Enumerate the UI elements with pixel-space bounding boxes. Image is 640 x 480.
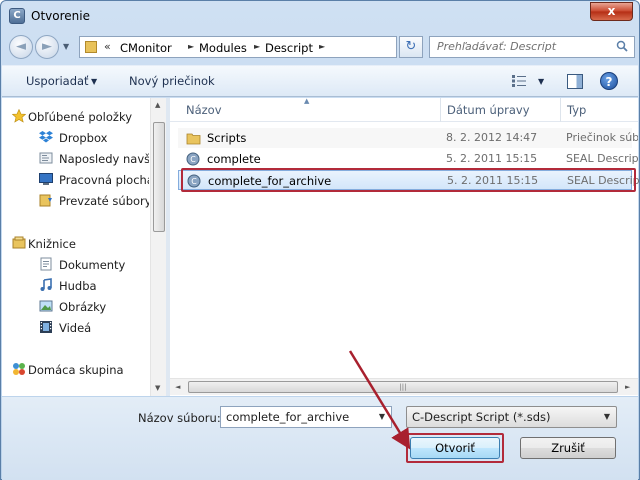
chevron-right-icon[interactable]: ► bbox=[188, 42, 194, 51]
command-toolbar: Usporiadať ▼ Nový priečinok ▼ ? bbox=[2, 65, 638, 97]
chevron-down-icon[interactable]: ▼ bbox=[538, 77, 544, 86]
file-row[interactable]: Scripts 8. 2. 2012 14:47 Priečinok súbor… bbox=[178, 128, 638, 148]
search-placeholder: Prehľadávať: Descript bbox=[437, 40, 557, 53]
refresh-button[interactable]: ↻ bbox=[399, 36, 423, 58]
open-file-dialog: C Otvorenie x ◄ ► ▼ « CMonitor ► Modules… bbox=[0, 0, 640, 480]
file-name-input[interactable]: complete_for_archive ▼ bbox=[220, 406, 392, 428]
chevron-right-icon[interactable]: ► bbox=[319, 42, 325, 51]
pictures-icon bbox=[39, 300, 53, 312]
search-input[interactable]: Prehľadávať: Descript bbox=[429, 36, 635, 58]
file-name: complete bbox=[207, 152, 261, 166]
column-divider[interactable] bbox=[440, 98, 441, 122]
file-row[interactable]: C complete 5. 2. 2011 15:15 SEAL Descrip… bbox=[178, 149, 638, 169]
breadcrumb[interactable]: « CMonitor ► Modules ► Descript ► bbox=[79, 36, 397, 58]
scroll-left-icon[interactable]: ◄ bbox=[175, 383, 180, 391]
file-date: 5. 2. 2011 15:15 bbox=[446, 152, 538, 165]
nav-item-documents[interactable]: Dokumenty bbox=[59, 258, 149, 272]
nav-favorites[interactable]: Obľúbené položky bbox=[28, 110, 153, 124]
app-icon: C bbox=[9, 8, 25, 24]
nav-item-dropbox[interactable]: Dropbox bbox=[59, 131, 149, 145]
file-name: Scripts bbox=[207, 131, 247, 145]
nav-scrollbar[interactable]: ▲ ▼ bbox=[150, 98, 166, 396]
downloads-folder-icon bbox=[39, 194, 52, 207]
music-icon bbox=[40, 278, 52, 291]
chevron-down-icon[interactable]: ▼ bbox=[604, 412, 610, 421]
annotation-highlight-box bbox=[406, 433, 504, 463]
documents-icon bbox=[40, 257, 52, 271]
horizontal-scrollbar[interactable]: ◄ ||| ► bbox=[170, 378, 638, 395]
scroll-down-icon[interactable]: ▼ bbox=[155, 384, 160, 392]
nav-item-videos[interactable]: Videá bbox=[59, 321, 149, 335]
window-title: Otvorenie bbox=[31, 9, 90, 23]
scroll-up-icon[interactable]: ▲ bbox=[155, 101, 160, 109]
organize-button[interactable]: Usporiadať bbox=[26, 74, 89, 88]
chevron-down-icon[interactable]: ▼ bbox=[91, 77, 97, 86]
nav-item-pictures[interactable]: Obrázky bbox=[59, 300, 149, 314]
help-icon[interactable]: ? bbox=[600, 72, 618, 90]
dropbox-icon bbox=[39, 131, 53, 143]
nav-item-recent-places[interactable]: Naposledy navštívené bbox=[59, 152, 149, 166]
column-type[interactable]: Typ bbox=[567, 103, 586, 117]
annotation-highlight-box bbox=[181, 168, 636, 192]
search-icon bbox=[616, 40, 628, 52]
file-type-filter[interactable]: C-Descript Script (*.sds) ▼ bbox=[406, 406, 617, 428]
videos-icon bbox=[40, 321, 52, 333]
chevron-right-icon[interactable]: ► bbox=[254, 42, 260, 51]
scroll-right-icon[interactable]: ► bbox=[625, 383, 630, 391]
preview-pane-icon[interactable] bbox=[567, 74, 583, 89]
nav-item-downloads[interactable]: Prevzaté súbory bbox=[59, 194, 149, 208]
chevron-down-icon[interactable]: ▼ bbox=[379, 412, 385, 421]
desktop-icon bbox=[39, 173, 53, 185]
file-type: Priečinok súborov bbox=[566, 131, 638, 144]
recent-places-icon bbox=[39, 152, 53, 164]
horizontal-scroll-thumb[interactable]: ||| bbox=[188, 381, 618, 393]
history-dropdown-icon[interactable]: ▼ bbox=[63, 42, 69, 51]
navigation-pane: Obľúbené položky Dropbox Naposledy navšt… bbox=[2, 98, 166, 396]
nav-homegroup[interactable]: Domáca skupina bbox=[28, 363, 153, 377]
breadcrumb-item[interactable]: Descript bbox=[265, 41, 313, 55]
column-divider[interactable] bbox=[560, 98, 561, 122]
title-bar: C Otvorenie x bbox=[1, 1, 639, 31]
address-row: ◄ ► ▼ « CMonitor ► Modules ► Descript ► … bbox=[7, 33, 635, 61]
folder-icon bbox=[85, 41, 97, 53]
nav-item-music[interactable]: Hudba bbox=[59, 279, 149, 293]
file-name-value: complete_for_archive bbox=[226, 410, 350, 424]
file-type: SEAL Descript bbox=[566, 152, 638, 165]
column-date[interactable]: Dátum úpravy bbox=[447, 103, 530, 117]
nav-scroll-thumb[interactable] bbox=[153, 122, 165, 232]
breadcrumb-item[interactable]: CMonitor bbox=[120, 41, 172, 55]
sort-ascending-icon: ▲ bbox=[304, 97, 310, 105]
file-type-filter-value: C-Descript Script (*.sds) bbox=[412, 410, 551, 424]
nav-libraries[interactable]: Knižnice bbox=[28, 237, 153, 251]
back-button[interactable]: ◄ bbox=[9, 35, 33, 59]
close-button[interactable]: x bbox=[590, 2, 633, 21]
folder-icon bbox=[186, 133, 201, 145]
breadcrumb-overflow[interactable]: « bbox=[104, 40, 111, 53]
file-date: 8. 2. 2012 14:47 bbox=[446, 131, 538, 144]
cancel-button[interactable]: Zrušiť bbox=[520, 437, 616, 459]
file-name-label: Názov súboru: bbox=[138, 411, 221, 425]
column-header: ▲ Názov Dátum úpravy Typ bbox=[170, 97, 638, 122]
nav-item-desktop[interactable]: Pracovná plocha bbox=[59, 173, 149, 187]
forward-button[interactable]: ► bbox=[35, 35, 59, 59]
view-options-icon[interactable] bbox=[511, 74, 527, 88]
script-file-icon: C bbox=[186, 152, 200, 166]
breadcrumb-item[interactable]: Modules bbox=[199, 41, 247, 55]
dialog-footer: Názov súboru: complete_for_archive ▼ C-D… bbox=[2, 397, 638, 480]
column-name[interactable]: Názov bbox=[186, 103, 222, 117]
new-folder-button[interactable]: Nový priečinok bbox=[129, 74, 215, 88]
homegroup-icon bbox=[13, 363, 25, 375]
svg-text:C: C bbox=[190, 155, 196, 164]
file-list: ▲ Názov Dátum úpravy Typ Scripts 8. 2. 2… bbox=[170, 97, 639, 396]
star-icon bbox=[12, 109, 26, 123]
libraries-icon bbox=[12, 236, 26, 249]
